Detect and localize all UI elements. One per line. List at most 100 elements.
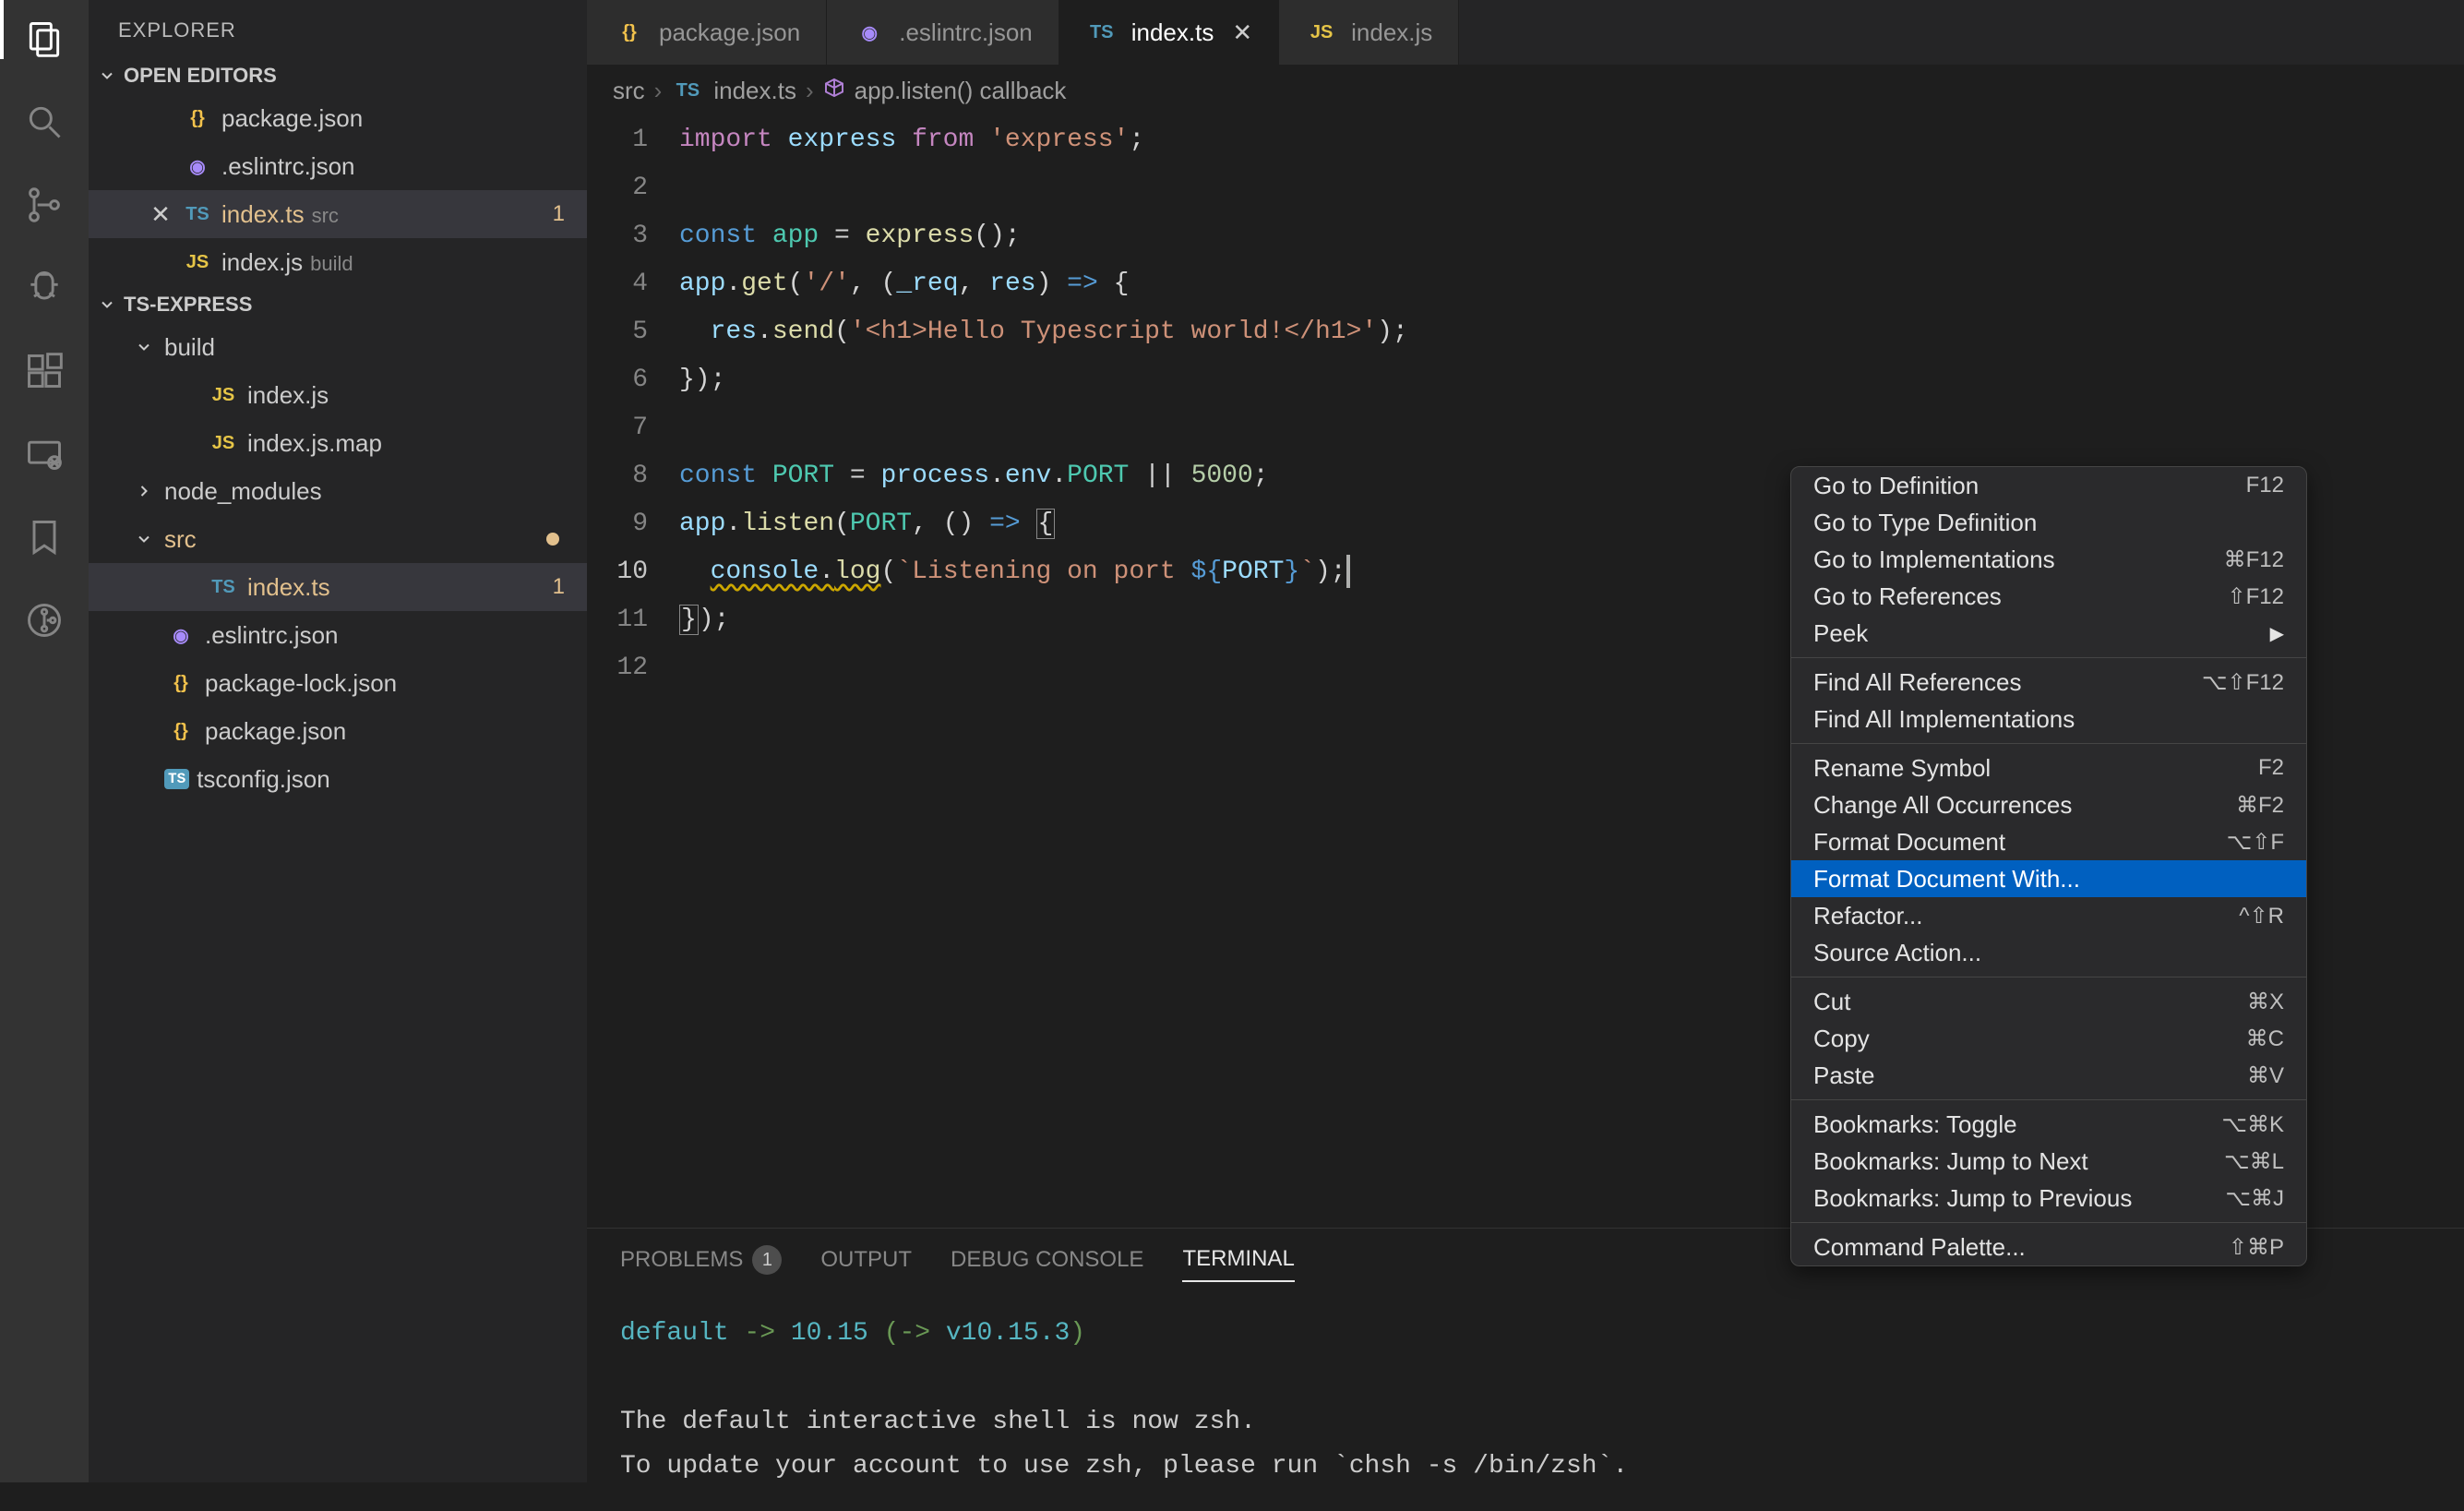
editor-tab[interactable]: JSindex.js bbox=[1279, 0, 1459, 65]
menu-separator bbox=[1791, 1222, 2306, 1223]
menu-label: Peek bbox=[1813, 619, 1868, 648]
menu-separator bbox=[1791, 657, 2306, 658]
bookmarks-icon[interactable] bbox=[22, 515, 66, 559]
menu-shortcut: ⌘V bbox=[2247, 1062, 2284, 1089]
menu-item[interactable]: Find All Implementations bbox=[1791, 701, 2306, 738]
open-editors-label: OPEN EDITORS bbox=[124, 64, 277, 88]
menu-item[interactable]: Format Document⌥⇧F bbox=[1791, 823, 2306, 860]
project-label: TS-EXPRESS bbox=[124, 293, 252, 317]
file-item[interactable]: TSindex.ts1 bbox=[89, 563, 587, 611]
source-control-icon[interactable] bbox=[22, 183, 66, 227]
menu-shortcut: ^⇧R bbox=[2239, 903, 2284, 929]
chevron-right-icon: › bbox=[806, 77, 814, 105]
menu-item[interactable]: Find All References ⌥⇧F12 bbox=[1791, 664, 2306, 701]
file-item[interactable]: ◉.eslintrc.json bbox=[89, 611, 587, 659]
editor-tab[interactable]: ◉.eslintrc.json bbox=[827, 0, 1059, 65]
menu-label: Bookmarks: Jump to Next bbox=[1813, 1147, 2088, 1176]
item-label: index.js.map bbox=[247, 429, 572, 458]
menu-item[interactable]: Go to DefinitionF12 bbox=[1791, 467, 2306, 504]
menu-separator bbox=[1791, 743, 2306, 744]
tab-debug-console[interactable]: DEBUG CONSOLE bbox=[951, 1245, 1143, 1282]
terminal-output[interactable]: default -> 10.15 (-> v10.15.3) The defau… bbox=[587, 1289, 2464, 1511]
extensions-icon[interactable] bbox=[22, 349, 66, 393]
search-icon[interactable] bbox=[22, 100, 66, 144]
menu-shortcut: ⇧F12 bbox=[2228, 583, 2284, 610]
file-type-icon: TS bbox=[181, 198, 214, 231]
item-label: src bbox=[164, 525, 539, 554]
git-graph-icon[interactable] bbox=[22, 598, 66, 642]
menu-label: Go to Type Definition bbox=[1813, 509, 2037, 537]
folder-item[interactable]: node_modules bbox=[89, 467, 587, 515]
close-icon[interactable]: ✕ bbox=[1232, 18, 1252, 47]
open-editor-item[interactable]: {}package.json bbox=[89, 94, 587, 142]
menu-item[interactable]: Go to Type Definition bbox=[1791, 504, 2306, 541]
folder-item[interactable]: build bbox=[89, 323, 587, 371]
file-type-icon: JS bbox=[207, 426, 240, 460]
open-editors-header[interactable]: OPEN EDITORS bbox=[89, 57, 587, 94]
menu-item[interactable]: Go to Implementations⌘F12 bbox=[1791, 541, 2306, 578]
breadcrumb-folder: src bbox=[613, 77, 645, 105]
submenu-arrow-icon: ▶ bbox=[2270, 622, 2284, 645]
menu-item[interactable]: Command Palette...⇧⌘P bbox=[1791, 1229, 2306, 1265]
menu-item[interactable]: Refactor... ^⇧R bbox=[1791, 897, 2306, 934]
tab-label: .eslintrc.json bbox=[899, 18, 1033, 47]
menu-label: Refactor... bbox=[1813, 902, 1923, 930]
menu-item[interactable]: Source Action... bbox=[1791, 934, 2306, 971]
file-type-icon: JS bbox=[181, 246, 214, 279]
menu-item[interactable]: Change All Occurrences⌘F2 bbox=[1791, 786, 2306, 823]
menu-item[interactable]: Bookmarks: Jump to Next ⌥⌘L bbox=[1791, 1143, 2306, 1180]
menu-item[interactable]: Peek ▶ bbox=[1791, 615, 2306, 652]
file-item[interactable]: JSindex.js.map bbox=[89, 419, 587, 467]
file-type-icon: TS bbox=[1085, 16, 1118, 49]
menu-label: Find All References bbox=[1813, 668, 2021, 697]
menu-label: Rename Symbol bbox=[1813, 754, 1991, 783]
activity-bar bbox=[0, 0, 89, 1482]
explorer-icon[interactable] bbox=[22, 17, 66, 61]
tab-label: package.json bbox=[659, 18, 800, 47]
symbol-icon bbox=[823, 77, 845, 105]
menu-label: Cut bbox=[1813, 988, 1850, 1016]
breadcrumb[interactable]: src › TS index.ts › app.listen() callbac… bbox=[587, 65, 2464, 116]
menu-shortcut: ⌥⇧F12 bbox=[2202, 669, 2284, 696]
remote-icon[interactable] bbox=[22, 432, 66, 476]
line-gutter: 123456789101112 bbox=[587, 116, 679, 1228]
open-editor-item[interactable]: JSindex.jsbuild bbox=[89, 238, 587, 286]
tab-problems[interactable]: PROBLEMS 1 bbox=[620, 1245, 782, 1282]
menu-shortcut: ⇧⌘P bbox=[2229, 1234, 2284, 1261]
menu-shortcut: ⌥⌘L bbox=[2224, 1148, 2284, 1175]
project-header[interactable]: TS-EXPRESS bbox=[89, 286, 587, 323]
open-editor-item[interactable]: ◉.eslintrc.json bbox=[89, 142, 587, 190]
folder-item[interactable]: src bbox=[89, 515, 587, 563]
menu-label: Find All Implementations bbox=[1813, 705, 2075, 734]
close-icon[interactable]: ✕ bbox=[148, 200, 173, 229]
menu-shortcut: F12 bbox=[2246, 473, 2284, 498]
editor-tab[interactable]: TSindex.ts✕ bbox=[1059, 0, 1279, 65]
menu-item[interactable]: Rename SymbolF2 bbox=[1791, 750, 2306, 786]
item-label: package-lock.json bbox=[205, 669, 572, 698]
menu-item[interactable]: Cut⌘X bbox=[1791, 983, 2306, 1020]
file-item[interactable]: {}package-lock.json bbox=[89, 659, 587, 707]
menu-separator bbox=[1791, 1099, 2306, 1100]
menu-label: Paste bbox=[1813, 1061, 1875, 1090]
menu-item[interactable]: Paste ⌘V bbox=[1791, 1057, 2306, 1094]
file-item[interactable]: JSindex.js bbox=[89, 371, 587, 419]
menu-item[interactable]: Go to References⇧F12 bbox=[1791, 578, 2306, 615]
debug-icon[interactable] bbox=[22, 266, 66, 310]
item-label: node_modules bbox=[164, 477, 572, 506]
context-menu: Go to DefinitionF12 Go to Type Definition… bbox=[1790, 466, 2307, 1266]
editor-tab[interactable]: {}package.json bbox=[587, 0, 827, 65]
tab-terminal[interactable]: TERMINAL bbox=[1182, 1245, 1294, 1282]
sidebar-title: EXPLORER bbox=[89, 0, 587, 57]
open-editor-item[interactable]: ✕TSindex.tssrc1 bbox=[89, 190, 587, 238]
menu-label: Format Document bbox=[1813, 828, 2005, 857]
menu-item[interactable]: Copy⌘C bbox=[1791, 1020, 2306, 1057]
file-item[interactable]: TStsconfig.json bbox=[89, 755, 587, 803]
tab-output[interactable]: OUTPUT bbox=[820, 1245, 912, 1282]
file-type-icon: {} bbox=[164, 714, 197, 748]
menu-item[interactable]: Bookmarks: Toggle⌥⌘K bbox=[1791, 1106, 2306, 1143]
file-item[interactable]: {}package.json bbox=[89, 707, 587, 755]
file-type-icon: JS bbox=[1305, 16, 1338, 49]
menu-item[interactable]: Format Document With... bbox=[1791, 860, 2306, 897]
editor-tabs: {}package.json◉.eslintrc.jsonTSindex.ts✕… bbox=[587, 0, 2464, 65]
menu-item[interactable]: Bookmarks: Jump to Previous⌥⌘J bbox=[1791, 1180, 2306, 1217]
